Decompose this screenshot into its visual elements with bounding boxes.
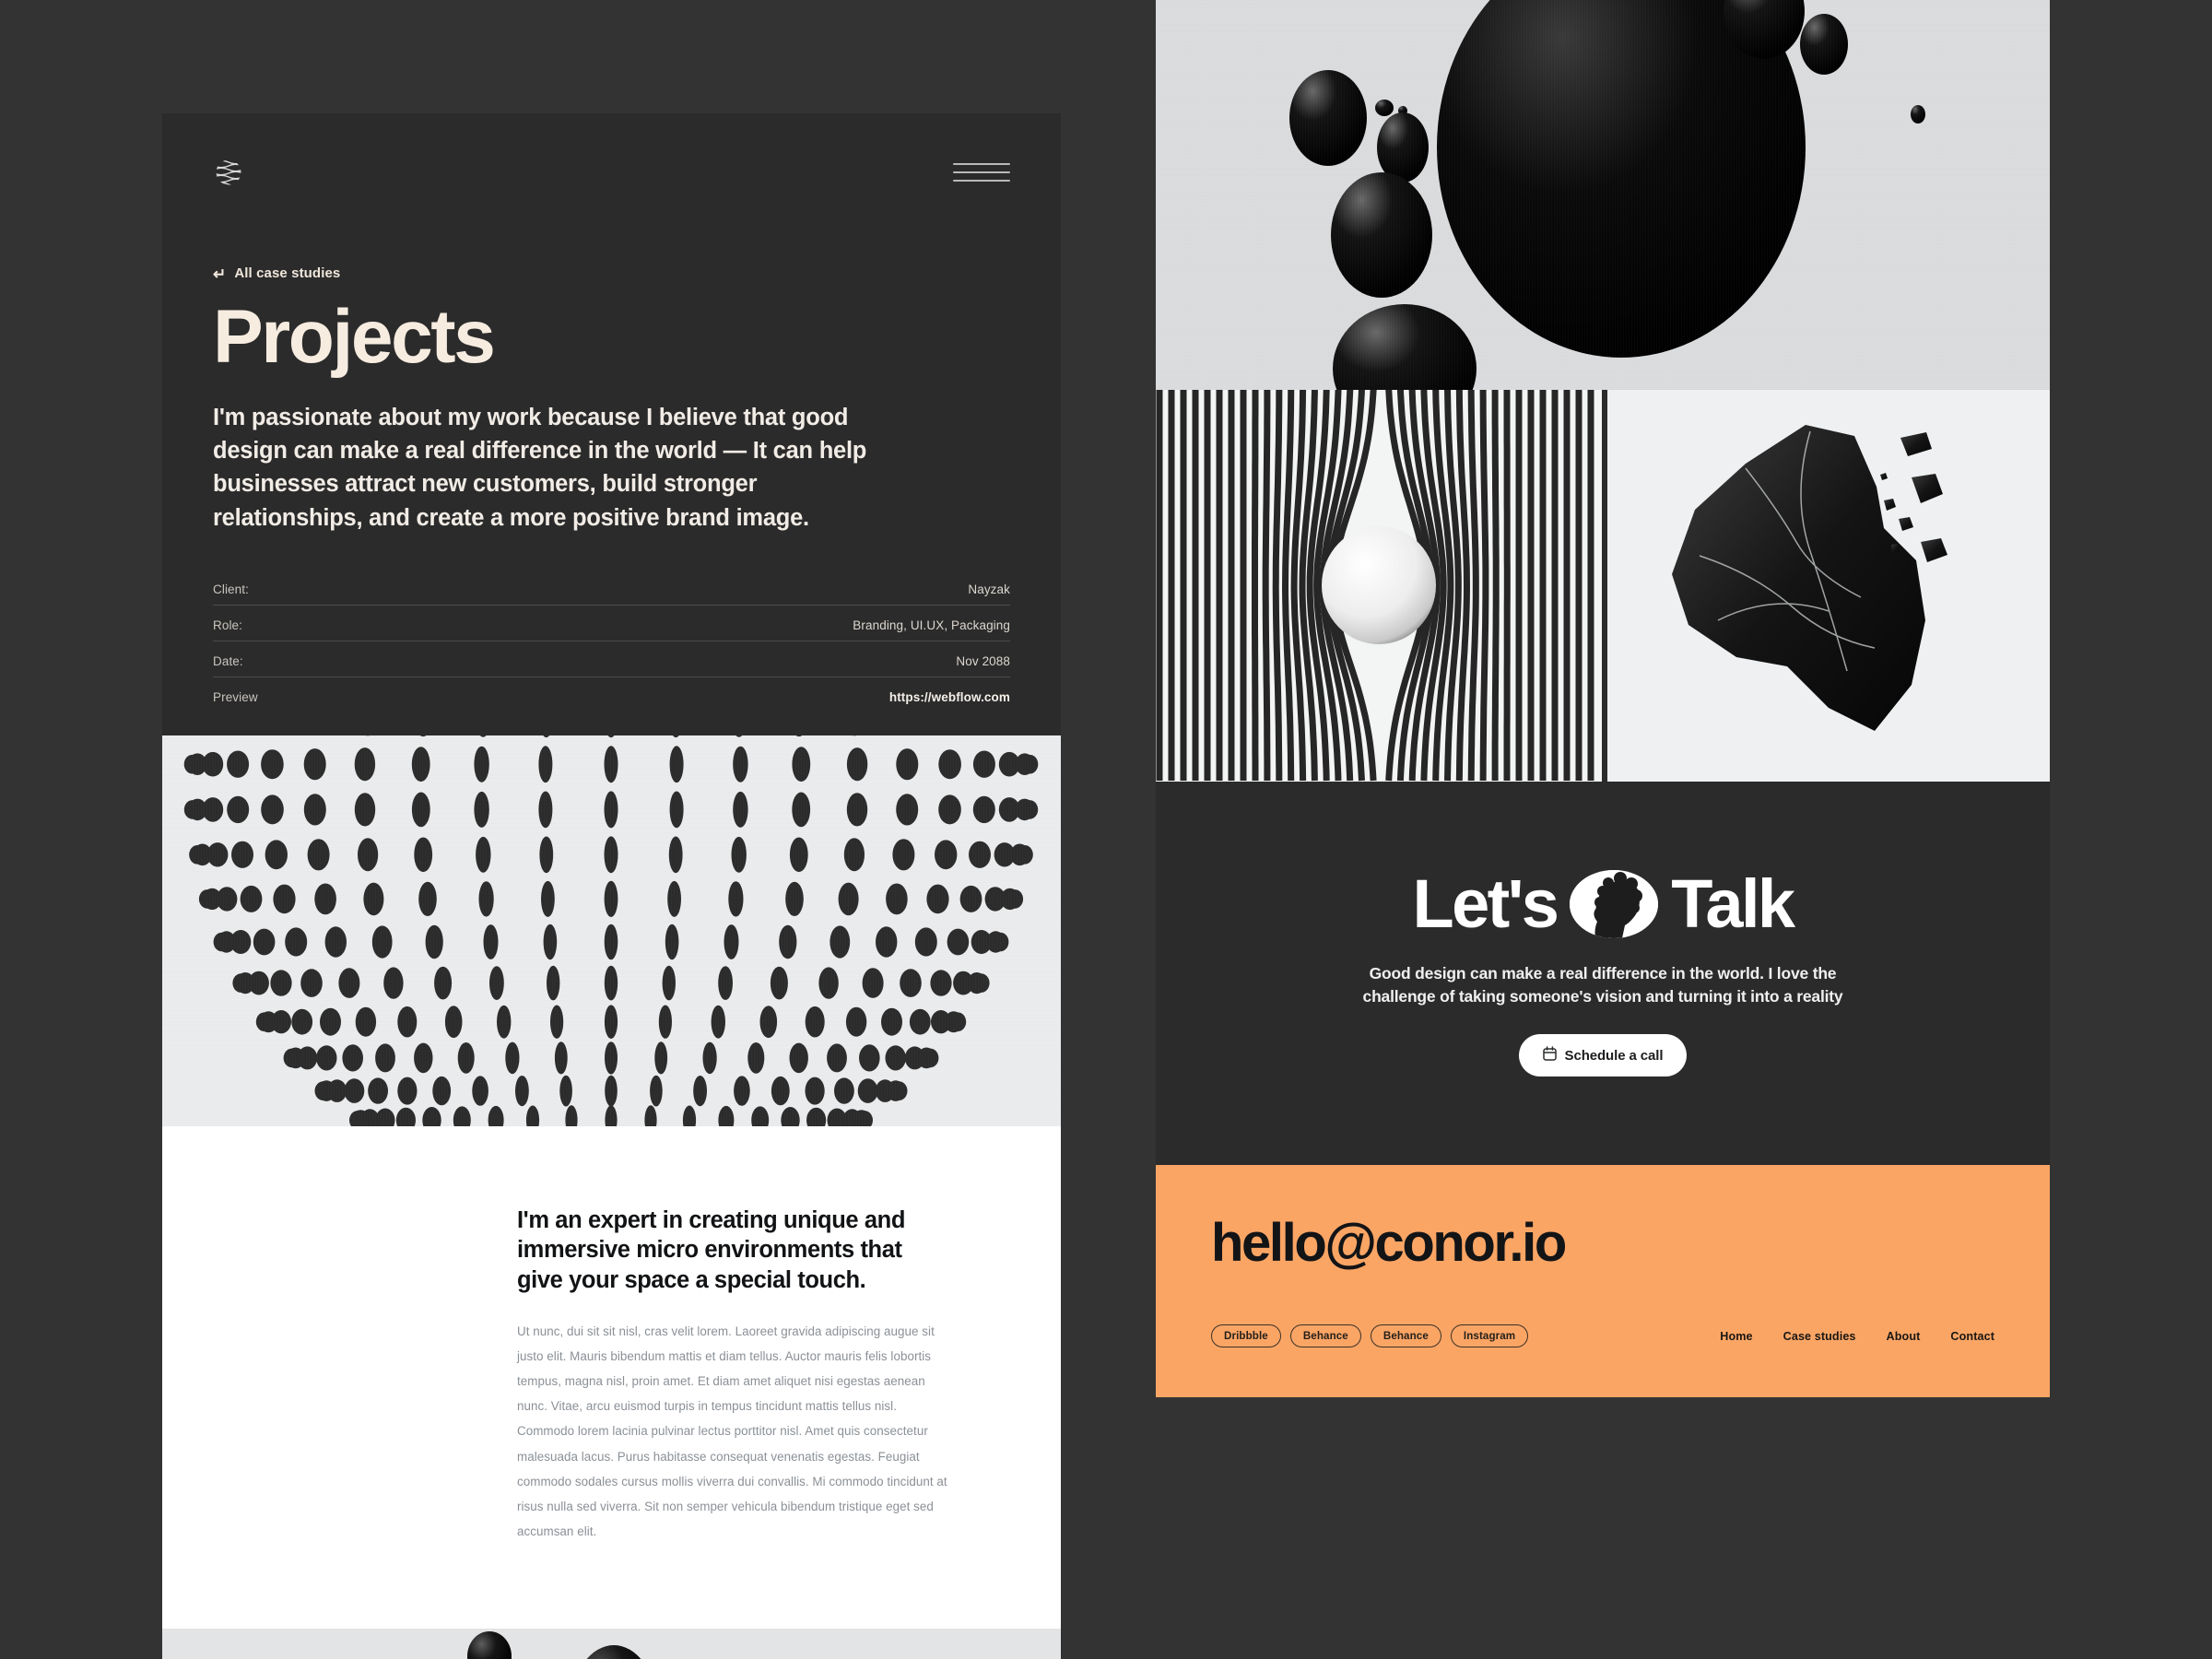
meta-label: Date: xyxy=(213,653,243,668)
heading-word-two: Talk xyxy=(1671,865,1795,942)
social-link-instagram[interactable]: Instagram xyxy=(1450,1324,1529,1347)
heading-word-one: Let's xyxy=(1412,865,1559,942)
page-title: Projects xyxy=(213,295,496,379)
footer-bottom-row: Dribbble Behance Behance Instagram Home … xyxy=(1211,1324,1994,1397)
lets-talk-section: Let's Talk Good design can make a real d… xyxy=(1156,782,2050,1165)
shattered-marble-rock-image xyxy=(1607,390,2050,782)
footer-nav-home[interactable]: Home xyxy=(1720,1330,1752,1343)
contact-email[interactable]: hello@conor.io xyxy=(1211,1217,1994,1270)
back-to-all-case-studies-link[interactable]: ↵ All case studies xyxy=(213,265,1010,283)
section-heading: I'm an expert in creating unique and imm… xyxy=(517,1206,905,1293)
section-body-text: Ut nunc, dui sit sit nisl, cras velit lo… xyxy=(517,1324,947,1539)
meta-value: Branding, UI.UX, Packaging xyxy=(853,618,1010,632)
meta-label: Preview xyxy=(213,689,258,704)
social-link-behance-1[interactable]: Behance xyxy=(1289,1324,1361,1347)
bottom-spheres-image xyxy=(162,1629,1061,1659)
meta-label: Role: xyxy=(213,618,243,632)
meta-row: Date: Nov 2088 xyxy=(213,654,1010,677)
right-column: Let's Talk Good design can make a real d… xyxy=(1156,0,2050,1397)
calendar-icon xyxy=(1542,1046,1557,1065)
image-row xyxy=(1156,390,2050,782)
striped-sphere-logo-icon[interactable] xyxy=(213,157,244,188)
meta-label: Client: xyxy=(213,582,249,596)
card-header xyxy=(213,113,1010,210)
footer-nav-case-studies[interactable]: Case studies xyxy=(1783,1330,1856,1343)
preview-url-link[interactable]: https://webflow.com xyxy=(889,690,1010,704)
footer-nav-about[interactable]: About xyxy=(1887,1330,1921,1343)
meta-row-preview: Preview https://webflow.com xyxy=(213,690,1010,708)
schedule-button-label: Schedule a call xyxy=(1564,1047,1664,1064)
site-footer: hello@conor.io Dribbble Behance Behance … xyxy=(1156,1165,2050,1397)
screenshot-stage: ↵ All case studies Projects I'm passiona… xyxy=(0,0,2212,1659)
project-meta-table: Client: Nayzak Role: Branding, UI.UX, Pa… xyxy=(213,582,1010,735)
meta-value: Nov 2088 xyxy=(956,653,1010,668)
schedule-a-call-button[interactable]: Schedule a call xyxy=(1518,1034,1688,1077)
meta-value: Nayzak xyxy=(968,582,1010,596)
footer-nav: Home Case studies About Contact xyxy=(1720,1330,1994,1343)
social-link-behance-2[interactable]: Behance xyxy=(1370,1324,1441,1347)
card-white-section: I'm an expert in creating unique and imm… xyxy=(162,1125,1061,1630)
intro-paragraph: I'm passionate about my work because I b… xyxy=(213,404,867,531)
meta-row: Client: Nayzak xyxy=(213,582,1010,606)
social-link-dribbble[interactable]: Dribbble xyxy=(1211,1324,1281,1347)
hamburger-menu-icon[interactable] xyxy=(953,162,1010,182)
lets-talk-subtitle: Good design can make a real difference i… xyxy=(1362,963,1843,1006)
meta-row: Role: Branding, UI.UX, Packaging xyxy=(213,618,1010,641)
social-links: Dribbble Behance Behance Instagram xyxy=(1211,1324,1529,1347)
return-arrow-icon: ↵ xyxy=(213,265,227,283)
portrait-avatar xyxy=(1570,869,1659,938)
back-link-label: All case studies xyxy=(234,265,341,281)
case-study-card: ↵ All case studies Projects I'm passiona… xyxy=(162,113,1061,1659)
card-dark-section: ↵ All case studies Projects I'm passiona… xyxy=(162,113,1061,735)
lets-talk-heading: Let's Talk xyxy=(1412,865,1795,942)
striped-wave-sphere-image xyxy=(1156,390,1602,782)
halftone-sphere-image xyxy=(162,735,1061,1126)
top-spheres-image xyxy=(1156,0,2050,390)
footer-nav-contact[interactable]: Contact xyxy=(1950,1330,1994,1343)
